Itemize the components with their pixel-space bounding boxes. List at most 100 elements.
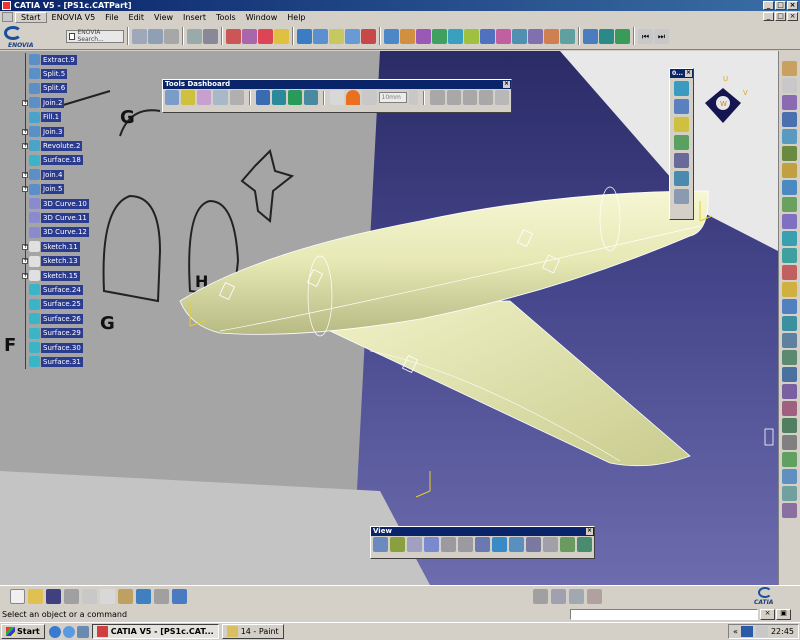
sweep-icon[interactable] xyxy=(416,28,431,44)
vector-icon[interactable] xyxy=(446,90,461,105)
trim-icon[interactable] xyxy=(512,28,527,44)
menu-file[interactable]: File xyxy=(100,13,123,22)
extrude-surface-icon[interactable] xyxy=(782,231,797,246)
doc-restore-button[interactable]: □ xyxy=(775,12,786,21)
tree-item[interactable]: Split.5 xyxy=(22,67,68,80)
task-paint[interactable]: 14 - Paint xyxy=(221,624,284,639)
panel-alt-icon[interactable] xyxy=(271,90,286,105)
swap-icon[interactable] xyxy=(551,589,566,604)
desktop-icon[interactable] xyxy=(76,625,89,638)
aircraft-wing[interactable] xyxy=(329,300,691,467)
join-tool-icon[interactable] xyxy=(528,28,543,44)
axis-up-icon[interactable] xyxy=(297,28,312,44)
multi-view-icon[interactable] xyxy=(492,537,507,552)
tree-item[interactable]: Surface.29 xyxy=(22,327,83,340)
network-icon[interactable] xyxy=(740,626,753,637)
browser-icon[interactable] xyxy=(62,625,75,638)
spinner-icon[interactable] xyxy=(408,90,419,105)
hide-show-icon[interactable] xyxy=(543,537,558,552)
save-icon[interactable] xyxy=(46,589,61,604)
tree-item[interactable]: + Sketch.13 xyxy=(22,255,80,268)
tree-toggle-icon[interactable]: + xyxy=(22,186,28,193)
tree-toggle-icon[interactable]: + xyxy=(22,142,28,149)
paste-icon[interactable] xyxy=(118,589,133,604)
tree-item[interactable]: Surface.30 xyxy=(22,341,83,354)
revolve-surface-icon[interactable] xyxy=(782,248,797,263)
analysis-icon[interactable] xyxy=(674,171,689,186)
menu-view[interactable]: View xyxy=(149,13,178,22)
tree-item[interactable]: + Sketch.11 xyxy=(22,240,80,253)
manipulator-icon[interactable] xyxy=(478,90,493,105)
corners-icon[interactable] xyxy=(674,135,689,150)
intersect-icon[interactable] xyxy=(782,163,797,178)
axis-system-icon[interactable] xyxy=(329,28,344,44)
offset-icon[interactable] xyxy=(448,28,463,44)
loft-icon[interactable] xyxy=(782,350,797,365)
spiral-icon[interactable] xyxy=(313,28,328,44)
tree-toggle-icon[interactable]: + xyxy=(22,171,28,178)
toolbar-title[interactable]: Tools Dashboard × xyxy=(163,80,511,89)
plus-icon[interactable] xyxy=(330,90,345,105)
split-surface-icon[interactable] xyxy=(782,452,797,467)
spline-icon[interactable] xyxy=(782,197,797,212)
doc-close-button[interactable]: × xyxy=(787,12,798,21)
tree-toggle-icon[interactable]: + xyxy=(22,128,28,135)
measure-icon[interactable] xyxy=(583,28,598,44)
arrow-tool-icon[interactable] xyxy=(430,90,445,105)
command-close-icon[interactable]: × xyxy=(760,609,775,620)
scene-canvas[interactable]: G H H H G F xyxy=(0,51,778,585)
maximize-button[interactable]: □ xyxy=(775,1,786,10)
menu-enovia[interactable]: ENOVIA V5 xyxy=(47,13,101,22)
close-icon[interactable]: × xyxy=(503,81,510,88)
tree-item[interactable]: Surface.18 xyxy=(22,154,83,167)
rewind-icon[interactable]: ⏮ xyxy=(638,28,653,44)
iso-view-icon[interactable] xyxy=(509,537,524,552)
replace-icon[interactable] xyxy=(587,589,602,604)
hand-icon[interactable] xyxy=(181,90,196,105)
blend-icon[interactable] xyxy=(432,28,447,44)
document-list-icon[interactable] xyxy=(164,28,179,44)
doc-minimize-button[interactable]: _ xyxy=(763,12,774,21)
specification-tree[interactable]: Extract.9 Split.5 Split.6 + Join.2 Fill.1 + Joi… xyxy=(22,53,100,373)
pick-icon[interactable] xyxy=(165,90,180,105)
extract-tool-icon[interactable] xyxy=(544,28,559,44)
zoom-out-icon[interactable] xyxy=(458,537,473,552)
matrix-icon[interactable] xyxy=(674,153,689,168)
magnet-icon[interactable] xyxy=(226,28,241,44)
link-icon[interactable] xyxy=(229,90,244,105)
menu-start[interactable]: Start xyxy=(15,11,47,23)
revolve-icon[interactable] xyxy=(480,28,495,44)
menu-help[interactable]: Help xyxy=(282,13,310,22)
frame-icon[interactable] xyxy=(304,90,319,105)
tree-item[interactable]: + Join.2 xyxy=(22,96,65,109)
tree-item[interactable]: 3D Curve.11 xyxy=(22,211,89,224)
join-surface-icon[interactable] xyxy=(782,384,797,399)
gauge-icon[interactable] xyxy=(674,189,689,204)
swap-visible-icon[interactable] xyxy=(560,537,575,552)
tree-item[interactable]: Surface.31 xyxy=(22,355,83,368)
grid-snap-icon[interactable] xyxy=(287,90,302,105)
tree-item[interactable]: Split.6 xyxy=(22,82,68,95)
internet-explorer-icon[interactable] xyxy=(48,625,61,638)
command-input[interactable] xyxy=(570,609,758,620)
normal-view-icon[interactable] xyxy=(475,537,490,552)
heal-icon[interactable] xyxy=(782,401,797,416)
cylinder-icon[interactable] xyxy=(782,282,797,297)
grid-pattern-icon[interactable] xyxy=(494,90,510,105)
pencil-icon[interactable] xyxy=(187,28,202,44)
cursor-icon[interactable] xyxy=(203,28,218,44)
help-question-icon[interactable] xyxy=(172,589,187,604)
tree-item[interactable]: + Join.3 xyxy=(22,125,65,138)
cut-icon[interactable] xyxy=(82,589,97,604)
fit-all-icon[interactable] xyxy=(390,537,405,552)
undo-icon[interactable] xyxy=(136,589,151,604)
sphere-icon[interactable] xyxy=(782,265,797,280)
layout-icon[interactable] xyxy=(148,28,163,44)
fill-tool-icon[interactable] xyxy=(400,28,415,44)
menu-insert[interactable]: Insert xyxy=(178,13,211,22)
tree-item[interactable]: 3D Curve.12 xyxy=(22,226,89,239)
tangent-icon[interactable] xyxy=(362,90,377,105)
offset-surface-icon[interactable] xyxy=(782,299,797,314)
copy-icon[interactable] xyxy=(100,589,115,604)
new-file-icon[interactable] xyxy=(10,589,25,604)
